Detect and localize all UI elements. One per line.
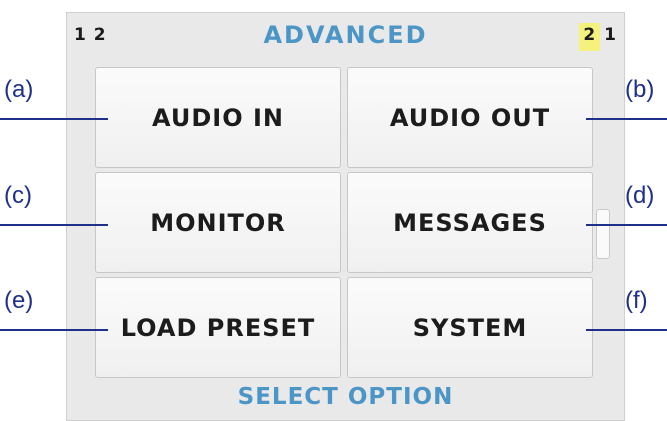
callout-b-line [586, 118, 667, 120]
callout-d: (d) [625, 182, 655, 209]
load-preset-button[interactable]: LOAD PRESET [95, 277, 341, 378]
scroll-indicator[interactable] [596, 209, 610, 259]
callout-e-line [0, 329, 108, 331]
system-button[interactable]: SYSTEM [347, 277, 593, 378]
callout-b: (b) [625, 76, 655, 103]
audio-in-button[interactable]: AUDIO IN [95, 67, 341, 168]
select-option-label: SELECT OPTION [237, 384, 454, 410]
messages-button[interactable]: MESSAGES [347, 172, 593, 273]
audio-out-button[interactable]: AUDIO OUT [347, 67, 593, 168]
callout-a: (a) [4, 76, 34, 103]
callout-e: (e) [4, 287, 34, 314]
callout-c-line [0, 224, 108, 226]
page-title: ADVANCED [263, 21, 428, 49]
option-grid: AUDIO IN AUDIO OUT MONITOR MESSAGES LOAD… [95, 67, 593, 378]
callout-f-line [586, 329, 667, 331]
page-indicator-right: 21 [579, 23, 617, 51]
callout-a-line [0, 118, 108, 120]
device-screen: 1 2 ADVANCED 21 AUDIO IN AUDIO OUT MONIT… [66, 12, 625, 421]
callout-f: (f) [625, 287, 648, 314]
callout-c: (c) [4, 182, 32, 209]
highlighted-page-indicator: 2 [579, 23, 601, 51]
callout-d-line [586, 224, 667, 226]
page-indicator-number: 1 [604, 25, 617, 45]
monitor-button[interactable]: MONITOR [95, 172, 341, 273]
